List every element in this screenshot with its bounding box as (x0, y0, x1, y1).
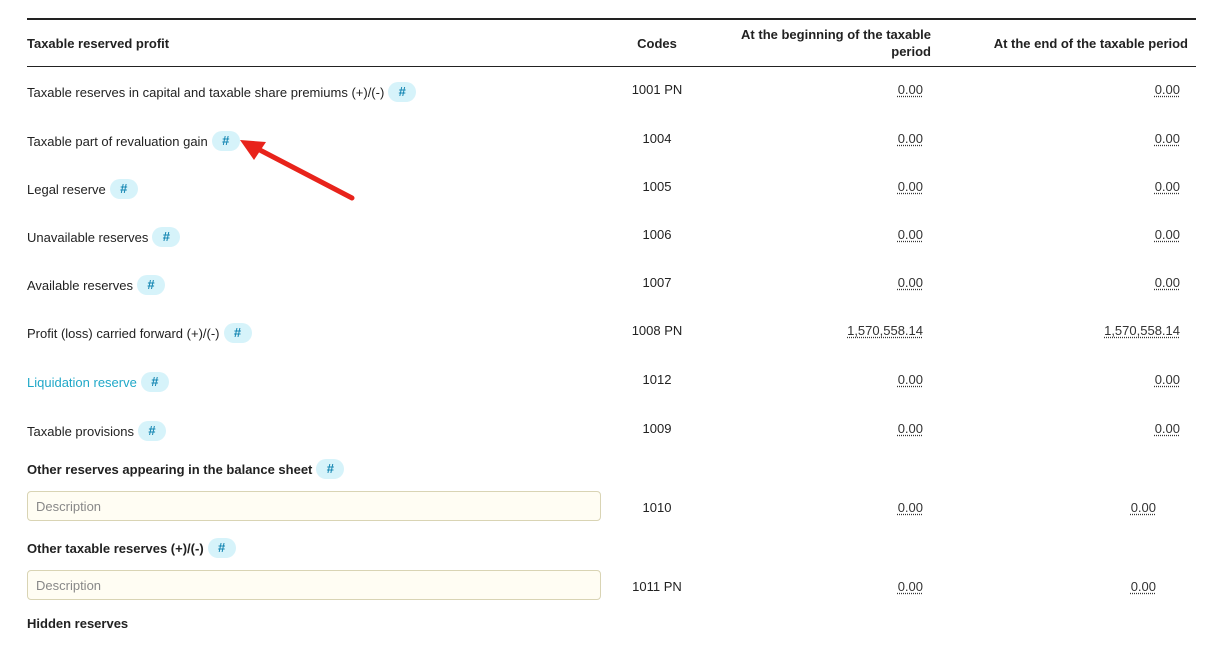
end-value[interactable]: 0.00 (1131, 500, 1156, 515)
begin-value[interactable]: 0.00 (898, 131, 923, 146)
liquidation-reserve-link[interactable]: Liquidation reserve (27, 375, 137, 390)
section-title: Other reserves appearing in the balance … (27, 461, 313, 477)
row-label-wrap: Taxable reserves in capital and taxable … (27, 82, 417, 102)
row-label: Legal reserve (27, 181, 106, 197)
header-end-period: At the end of the taxable period (993, 36, 1188, 51)
end-value[interactable]: 0.00 (1155, 421, 1180, 436)
section-title-row: Other taxable reserves (+)/(-) # (27, 534, 1196, 558)
begin-value[interactable]: 0.00 (898, 372, 923, 387)
table-row: Unavailable reserves # 1006 0.00 0.00 (27, 223, 1196, 247)
table-row: 1010 0.00 0.00 (27, 491, 1196, 525)
row-label-wrap: Unavailable reserves # (27, 227, 181, 247)
header-codes: Codes (637, 36, 677, 51)
row-label-wrap: Taxable provisions # (27, 421, 166, 441)
begin-value[interactable]: 0.00 (898, 421, 923, 436)
header-begin-period: At the beginning of the taxable period (711, 26, 931, 60)
row-label-wrap: Legal reserve # (27, 179, 138, 199)
begin-value[interactable]: 0.00 (898, 227, 923, 242)
section-title-wrap: Other reserves appearing in the balance … (27, 459, 345, 479)
header-begin-line1: At the beginning of the taxable (741, 27, 931, 42)
table-row: Taxable part of revaluation gain # 1004 … (27, 127, 1196, 151)
section-title: Other taxable reserves (+)/(-) (27, 540, 204, 556)
end-value[interactable]: 0.00 (1131, 579, 1156, 594)
section-title-row: Hidden reserves (27, 612, 1196, 636)
hash-icon[interactable]: # (207, 538, 236, 558)
row-label: Unavailable reserves (27, 229, 149, 245)
table-row: Taxable provisions # 1009 0.00 0.00 (27, 417, 1196, 441)
hash-icon[interactable]: # (140, 372, 169, 392)
hash-icon[interactable]: # (136, 275, 165, 295)
hash-icon[interactable]: # (109, 179, 138, 199)
row-code: 1010 (642, 500, 672, 515)
table-row: 1011 PN 0.00 0.00 (27, 570, 1196, 604)
row-code: 1008 PN (631, 323, 683, 338)
annotation-arrow-icon (240, 140, 355, 201)
section-title: Hidden reserves (27, 616, 129, 631)
row-label: Profit (loss) carried forward (+)/(-) (27, 325, 220, 341)
table-header: Taxable reserved profit Codes At the beg… (27, 20, 1196, 67)
end-value[interactable]: 0.00 (1155, 82, 1180, 97)
row-label-wrap: Available reserves # (27, 275, 165, 295)
end-value[interactable]: 0.00 (1155, 275, 1180, 290)
row-label: Taxable provisions (27, 423, 134, 439)
hash-icon[interactable]: # (388, 82, 417, 102)
row-label-wrap: Liquidation reserve # (27, 372, 169, 392)
table-row: Taxable reserves in capital and taxable … (27, 78, 1196, 102)
table-row: Profit (loss) carried forward (+)/(-) # … (27, 319, 1196, 343)
table-row: Liquidation reserve # 1012 0.00 0.00 (27, 368, 1196, 392)
hash-icon[interactable]: # (137, 421, 166, 441)
header-label: Taxable reserved profit (27, 36, 170, 51)
end-value[interactable]: 0.00 (1155, 227, 1180, 242)
begin-value[interactable]: 0.00 (898, 275, 923, 290)
row-code: 1009 (642, 421, 672, 436)
end-value[interactable]: 0.00 (1155, 372, 1180, 387)
begin-value[interactable]: 1,570,558.14 (847, 323, 923, 338)
table-row: Legal reserve # 1005 0.00 0.00 (27, 175, 1196, 199)
begin-value[interactable]: 0.00 (898, 179, 923, 194)
begin-value[interactable]: 0.00 (898, 579, 923, 594)
end-value[interactable]: 1,570,558.14 (1104, 323, 1180, 338)
row-code: 1004 (642, 131, 672, 146)
row-code: 1011 PN (632, 579, 682, 594)
row-label: Taxable part of revaluation gain (27, 133, 208, 149)
end-value[interactable]: 0.00 (1155, 179, 1180, 194)
row-label-wrap: Profit (loss) carried forward (+)/(-) # (27, 323, 252, 343)
header-begin-line2: period (891, 44, 931, 59)
description-input[interactable] (27, 491, 601, 521)
row-label: Taxable reserves in capital and taxable … (27, 84, 385, 100)
header-bottom-border (27, 66, 1196, 67)
description-input[interactable] (27, 570, 601, 600)
section-title-wrap: Other taxable reserves (+)/(-) # (27, 538, 236, 558)
row-label: Available reserves (27, 277, 133, 293)
begin-value[interactable]: 0.00 (898, 82, 923, 97)
section-title-row: Other reserves appearing in the balance … (27, 455, 1196, 479)
begin-value[interactable]: 0.00 (898, 500, 923, 515)
row-label-wrap: Taxable part of revaluation gain # (27, 131, 240, 151)
end-value[interactable]: 0.00 (1155, 131, 1180, 146)
row-code: 1005 (642, 179, 672, 194)
row-code: 1006 (642, 227, 672, 242)
hash-icon[interactable]: # (316, 459, 345, 479)
row-code: 1007 (642, 275, 672, 290)
table-row: Available reserves # 1007 0.00 0.00 (27, 271, 1196, 295)
hash-icon[interactable]: # (152, 227, 181, 247)
section-title-wrap: Hidden reserves (27, 616, 128, 631)
row-code: 1012 (642, 372, 672, 387)
hash-icon[interactable]: # (223, 323, 252, 343)
row-code: 1001 PN (631, 82, 683, 97)
